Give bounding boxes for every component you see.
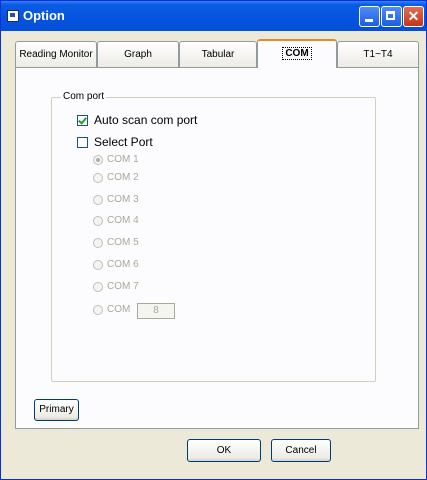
app-icon — [7, 10, 19, 22]
tab-label: Reading Monitor — [19, 49, 93, 60]
maximize-icon — [386, 11, 395, 20]
radio-com-6[interactable] — [93, 260, 103, 270]
tab-strip: Reading Monitor Graph Tabular COM T1~T4 — [15, 39, 419, 68]
tab-tabular[interactable]: Tabular — [179, 41, 257, 67]
minimize-icon — [365, 19, 373, 22]
tab-t1-t4[interactable]: T1~T4 — [337, 41, 419, 67]
title-bar[interactable]: Option ✕ — [1, 1, 426, 31]
radio-com-5-label: COM 5 — [107, 237, 139, 248]
radio-com-custom[interactable] — [93, 305, 103, 315]
tab-label: COM — [282, 47, 312, 60]
radio-com-1-label: COM 1 — [107, 154, 139, 165]
tab-com[interactable]: COM — [257, 39, 337, 68]
radio-com-3[interactable] — [93, 195, 103, 205]
radio-com-2[interactable] — [93, 173, 103, 183]
auto-scan-checkbox[interactable] — [77, 115, 88, 126]
tab-graph[interactable]: Graph — [97, 41, 179, 67]
tab-label: Tabular — [201, 49, 235, 60]
close-icon: ✕ — [407, 8, 420, 24]
com-port-group-label: Com port — [61, 91, 107, 102]
tab-label: Graph — [124, 49, 152, 60]
radio-com-4[interactable] — [93, 216, 103, 226]
radio-com-6-label: COM 6 — [107, 259, 139, 270]
tab-label: T1~T4 — [363, 49, 393, 60]
option-window: Option ✕ Reading Monitor Graph Tabular C… — [0, 0, 427, 480]
radio-com-7[interactable] — [93, 282, 103, 292]
maximize-button[interactable] — [381, 6, 402, 27]
cancel-button[interactable]: Cancel — [271, 439, 331, 462]
primary-button[interactable]: Primary — [34, 399, 79, 421]
close-button[interactable]: ✕ — [403, 6, 424, 27]
radio-com-3-label: COM 3 — [107, 194, 139, 205]
tab-reading-monitor[interactable]: Reading Monitor — [15, 41, 97, 67]
radio-com-7-label: COM 7 — [107, 281, 139, 292]
radio-com-4-label: COM 4 — [107, 215, 139, 226]
radio-com-2-label: COM 2 — [107, 172, 139, 183]
radio-com-custom-label: COM — [107, 304, 131, 315]
radio-com-5[interactable] — [93, 238, 103, 248]
minimize-button[interactable] — [359, 6, 380, 27]
select-port-checkbox[interactable] — [77, 137, 88, 148]
select-port-label[interactable]: Select Port — [94, 135, 153, 149]
auto-scan-label[interactable]: Auto scan com port — [94, 113, 197, 127]
window-title: Option — [23, 8, 65, 23]
ok-button[interactable]: OK — [187, 439, 261, 462]
custom-com-port-input[interactable]: 8 — [137, 303, 175, 319]
radio-com-1[interactable] — [93, 155, 103, 165]
